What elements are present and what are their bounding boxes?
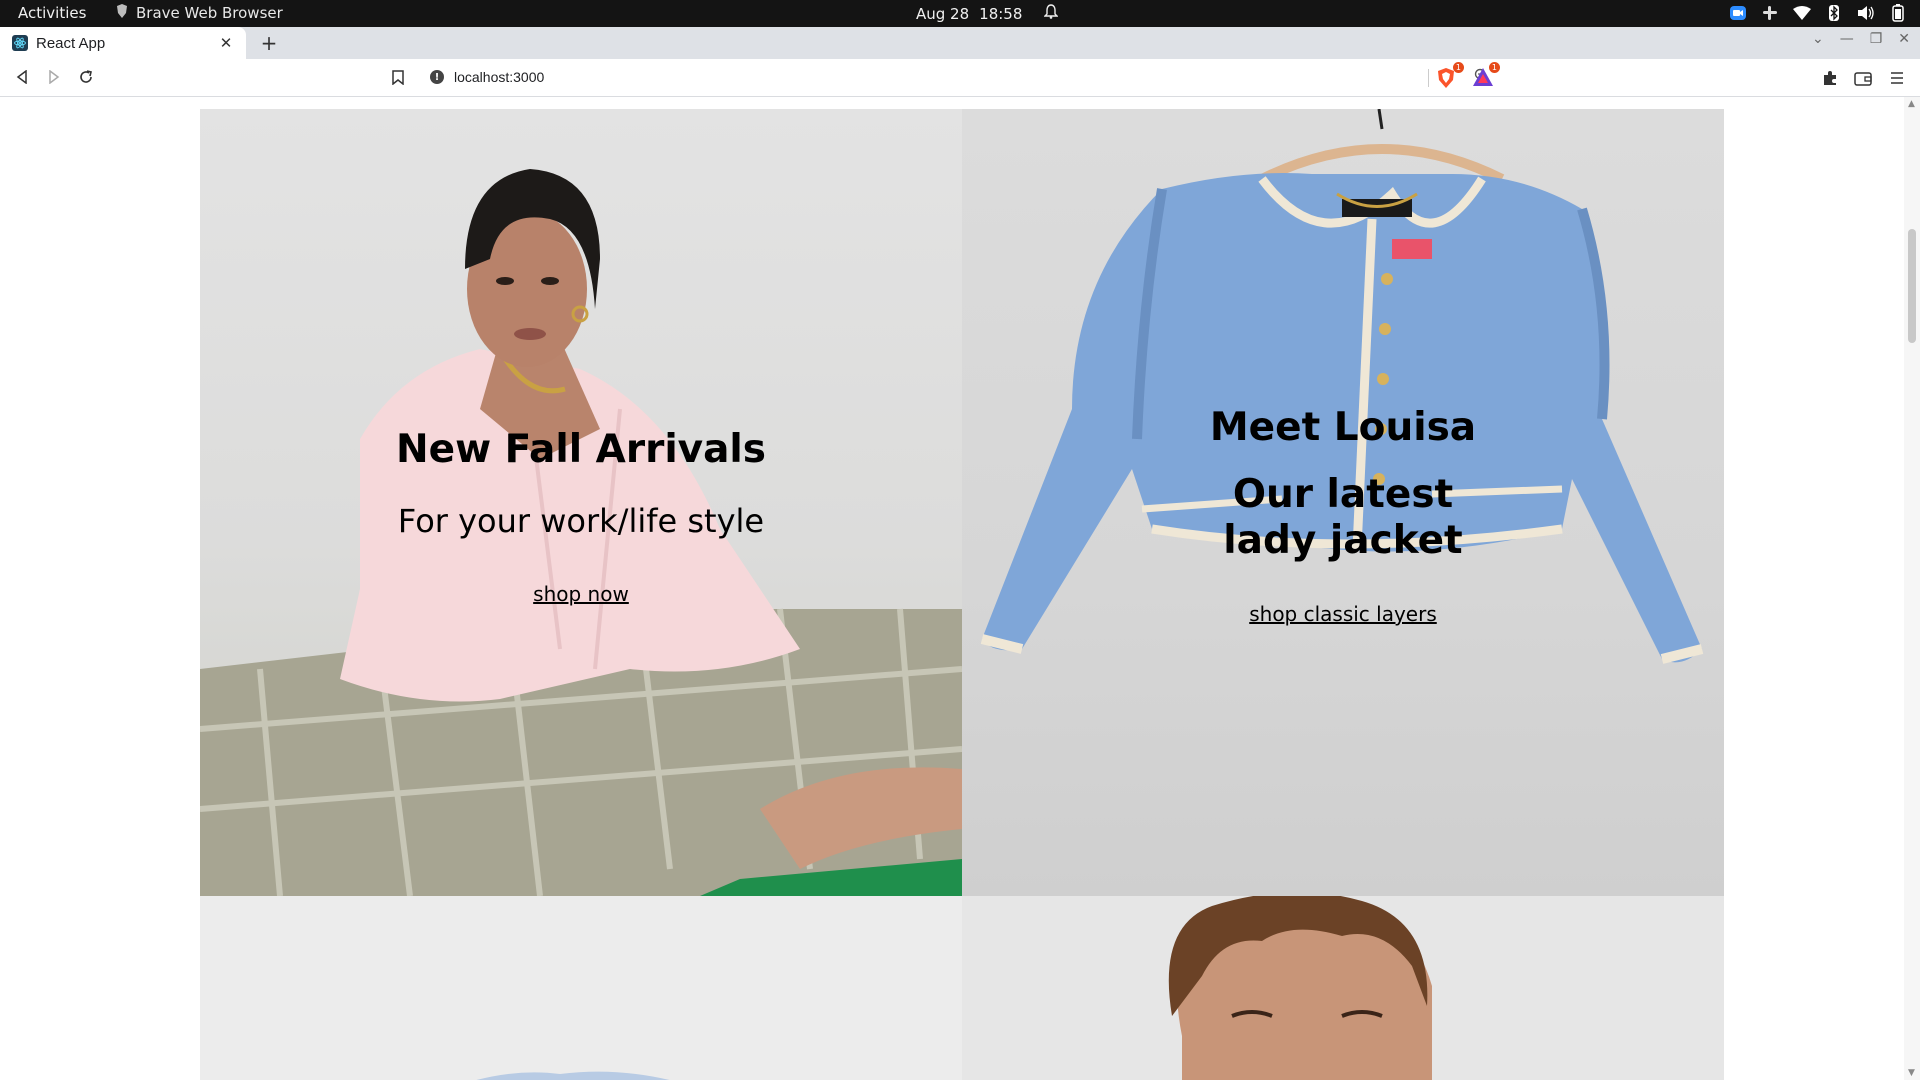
page-viewport: New Fall Arrivals For your work/life sty… (0, 97, 1904, 1080)
forward-icon[interactable] (44, 67, 64, 87)
tab-strip: React App ✕ + ⌄ — ❐ ✕ (0, 27, 1920, 59)
reload-icon[interactable] (76, 67, 96, 87)
slack-icon[interactable] (1760, 3, 1780, 23)
scroll-down-icon[interactable]: ▼ (1908, 1068, 1915, 1078)
fall-overlay: New Fall Arrivals For your work/life sty… (200, 427, 962, 606)
notification-bell-icon (1043, 4, 1060, 23)
scrollbar-thumb[interactable] (1908, 229, 1916, 343)
volume-icon[interactable] (1856, 3, 1876, 23)
page-scrollbar[interactable]: ▲ ▼ (1904, 97, 1920, 1080)
browser-toolbar: ! localhost:3000 1 1 (0, 59, 1920, 97)
bookmark-icon[interactable] (388, 67, 408, 87)
close-window-icon[interactable]: ✕ (1898, 31, 1910, 47)
scroll-up-icon[interactable]: ▲ (1908, 99, 1915, 109)
category-card-meet-louisa[interactable]: Meet Louisa Our latest lady jacket shop … (962, 109, 1724, 896)
tab-title: React App (36, 34, 106, 52)
shop-now-link[interactable]: shop now (533, 582, 629, 606)
shields-badge: 1 (1452, 62, 1464, 73)
wifi-icon[interactable] (1792, 3, 1812, 23)
tab-react-app[interactable]: React App ✕ (0, 27, 246, 59)
minimize-icon[interactable]: — (1840, 31, 1854, 47)
tab-search-icon[interactable]: ⌄ (1812, 31, 1824, 47)
fall-heading: New Fall Arrivals (395, 427, 767, 472)
category-card-fall-arrivals[interactable]: New Fall Arrivals For your work/life sty… (200, 109, 962, 896)
app-indicator-label: Brave Web Browser (136, 4, 283, 22)
app-indicator[interactable]: Brave Web Browser (116, 4, 283, 22)
main-menu-icon[interactable] (1887, 68, 1907, 88)
activities-button[interactable]: Activities (18, 4, 86, 22)
portrait-photo (1168, 896, 1432, 1080)
brave-lion-icon (116, 4, 128, 22)
brave-rewards-button[interactable]: 1 (1472, 62, 1500, 89)
new-tab-button[interactable]: + (256, 30, 282, 56)
window-controls: ⌄ — ❐ ✕ (1812, 31, 1910, 47)
clock-time: 18:58 (979, 4, 1023, 23)
tab-close-icon[interactable]: ✕ (216, 34, 236, 52)
category-card-knitwear[interactable] (200, 896, 962, 1080)
brave-shields-button[interactable]: 1 (1436, 62, 1464, 89)
restore-icon[interactable]: ❐ (1870, 31, 1883, 47)
react-favicon-icon (12, 35, 28, 51)
shop-classic-layers-link[interactable]: shop classic layers (1249, 602, 1437, 626)
back-icon[interactable] (12, 67, 32, 87)
fall-subheading: For your work/life style (397, 502, 765, 540)
louisa-subheading: Our latest lady jacket (1223, 472, 1463, 563)
extensions-icon[interactable] (1820, 68, 1840, 88)
wallet-icon[interactable] (1853, 68, 1873, 88)
bluetooth-icon[interactable] (1824, 3, 1844, 23)
toolbar-separator (1428, 69, 1429, 87)
system-top-bar: Activities Brave Web Browser Aug 28 18:5… (0, 0, 1920, 27)
zoom-meeting-icon[interactable] (1728, 3, 1748, 23)
rewards-badge: 1 (1488, 62, 1500, 73)
address-bar-url: localhost:3000 (454, 69, 545, 85)
address-bar[interactable]: ! localhost:3000 (418, 63, 1502, 91)
clock[interactable]: Aug 28 18:58 (916, 4, 1060, 23)
clock-date: Aug 28 (916, 4, 970, 23)
site-info-icon[interactable]: ! (430, 70, 444, 84)
knit-item-photo (476, 1071, 670, 1080)
louisa-overlay: Meet Louisa Our latest lady jacket shop … (962, 405, 1724, 626)
category-card-portrait[interactable] (962, 896, 1724, 1080)
system-tray[interactable] (1728, 3, 1908, 23)
battery-icon[interactable] (1888, 3, 1908, 23)
louisa-heading: Meet Louisa (1209, 405, 1477, 450)
